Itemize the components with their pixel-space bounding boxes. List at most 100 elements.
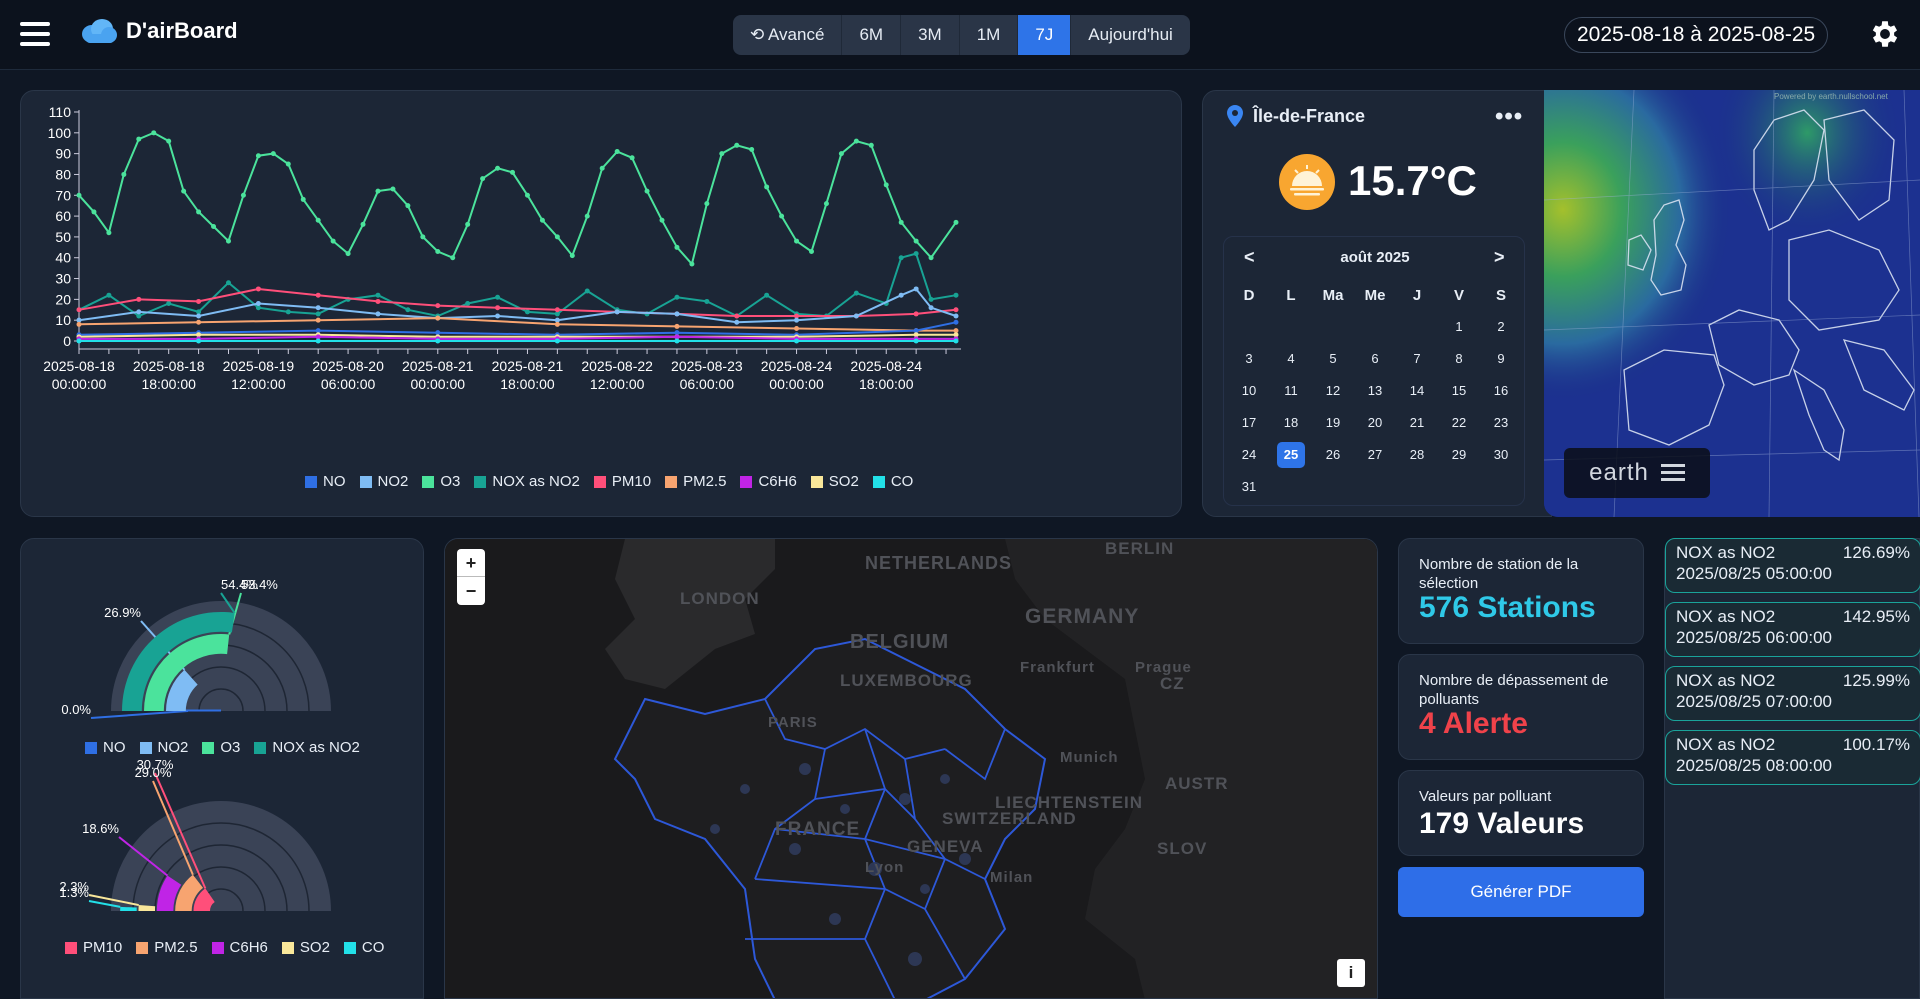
legend-swatch	[474, 475, 487, 488]
calendar-day[interactable]: 15	[1438, 375, 1480, 407]
data-point	[953, 292, 959, 298]
range-button-3[interactable]: 1M	[960, 15, 1019, 55]
calendar-day[interactable]: 16	[1480, 375, 1522, 407]
calendar-day[interactable]: 18	[1270, 407, 1312, 439]
calendar-day[interactable]: 19	[1312, 407, 1354, 439]
map-place-label: GERMANY	[1025, 605, 1140, 628]
calendar-day[interactable]: 31	[1228, 471, 1270, 503]
calendar-day[interactable]: 29	[1438, 439, 1480, 471]
gauge2-legend: PM10 PM2.5 C6H6 SO2 CO	[65, 939, 384, 956]
line-legend-item[interactable]: CO	[872, 473, 913, 490]
alert-item[interactable]: NOX as NO2 126.69% 2025/08/25 05:00:00	[1665, 538, 1920, 593]
calendar-day[interactable]: 27	[1354, 439, 1396, 471]
calendar-day[interactable]: 9	[1480, 343, 1522, 375]
series-line-noxasno2	[78, 252, 957, 318]
map-info-button[interactable]: i	[1337, 959, 1365, 987]
line-legend-item[interactable]: NO	[305, 473, 346, 490]
calendar-day[interactable]: 6	[1354, 343, 1396, 375]
calendar-day[interactable]: 3	[1228, 343, 1270, 375]
line-legend-item[interactable]: NO2	[359, 473, 408, 490]
sun-icon	[1278, 153, 1336, 216]
calendar-day[interactable]: 25	[1270, 439, 1312, 471]
calendar-day[interactable]: 23	[1480, 407, 1522, 439]
calendar-day[interactable]: 22	[1438, 407, 1480, 439]
map-place-label: PARIS	[768, 714, 818, 731]
alert-date: 2025/08/25 07:00:00	[1676, 692, 1832, 711]
range-button-4[interactable]: 7J	[1018, 15, 1072, 55]
range-button-5[interactable]: Aujourd'hui	[1071, 15, 1190, 55]
gauge2-legend-item[interactable]: C6H6	[211, 939, 268, 956]
zoom-out-button[interactable]: −	[457, 577, 485, 605]
stations-value: 576 Stations	[1419, 591, 1596, 624]
line-legend-item[interactable]: O3	[422, 473, 460, 490]
x-tick-time: 06:00:00	[321, 376, 376, 392]
gauge2-legend-item[interactable]: PM2.5	[136, 939, 198, 956]
line-chart-svg: 11010090807060504030201002025-08-1800:00…	[43, 104, 961, 392]
gauge2-legend-item[interactable]: SO2	[281, 939, 330, 956]
data-point	[315, 311, 321, 317]
wind-map[interactable]: Powered by earth.nullschool.net earth	[1544, 90, 1920, 517]
station-map[interactable]: NETHERLANDS BERLIN LONDON GERMANY BELGIUM Fra…	[444, 538, 1378, 999]
location-name: Île-de-France	[1253, 105, 1366, 126]
line-legend-item[interactable]: NOX as NO2	[474, 473, 580, 490]
gauge2-legend-item[interactable]: PM10	[65, 939, 122, 956]
line-legend-item[interactable]: PM2.5	[665, 473, 726, 490]
calendar-day[interactable]: 30	[1480, 439, 1522, 471]
data-point	[360, 221, 366, 227]
zoom-in-button[interactable]: +	[457, 549, 485, 577]
calendar-day[interactable]: 10	[1228, 375, 1270, 407]
line-legend-item[interactable]: PM10	[593, 473, 651, 490]
data-point	[913, 286, 919, 292]
line-legend-item[interactable]: C6H6	[740, 473, 797, 490]
legend-swatch	[281, 941, 294, 954]
data-point	[330, 238, 336, 244]
calendar-day[interactable]: 12	[1312, 375, 1354, 407]
calendar-empty	[1312, 311, 1354, 343]
data-point	[495, 165, 501, 171]
more-options-icon[interactable]: •••	[1495, 103, 1523, 131]
alert-item[interactable]: NOX as NO2 142.95% 2025/08/25 06:00:00	[1665, 602, 1920, 657]
calendar-day[interactable]: 11	[1270, 375, 1312, 407]
generate-pdf-button[interactable]: Générer PDF	[1398, 867, 1644, 917]
line-legend-item[interactable]: SO2	[810, 473, 859, 490]
calendar-day[interactable]: 20	[1354, 407, 1396, 439]
calendar-day-number: 1	[1455, 319, 1463, 334]
calendar-empty	[1228, 311, 1270, 343]
legend-swatch	[422, 475, 435, 488]
calendar-day[interactable]: 7	[1396, 343, 1438, 375]
calendar-day[interactable]: 17	[1228, 407, 1270, 439]
calendar-day[interactable]: 28	[1396, 439, 1438, 471]
data-point	[450, 255, 456, 261]
cloud-icon	[82, 19, 117, 43]
calendar-day[interactable]: 1	[1438, 311, 1480, 343]
alert-percent: 125.99%	[1842, 671, 1910, 690]
calendar-next-button[interactable]: >	[1494, 247, 1505, 268]
calendar-day[interactable]: 13	[1354, 375, 1396, 407]
alert-item[interactable]: NOX as NO2 125.99% 2025/08/25 07:00:00	[1665, 666, 1920, 721]
range-button-0[interactable]: ⟲ Avancé	[733, 15, 843, 55]
y-tick-label: 10	[55, 312, 71, 328]
menu-icon[interactable]	[20, 22, 50, 46]
calendar-dow: Ma	[1322, 287, 1344, 304]
gear-icon[interactable]	[1868, 17, 1902, 51]
data-point	[764, 292, 770, 298]
calendar-day[interactable]: 21	[1396, 407, 1438, 439]
range-button-2[interactable]: 3M	[901, 15, 960, 55]
calendar-day[interactable]: 14	[1396, 375, 1438, 407]
alert-item[interactable]: NOX as NO2 100.17% 2025/08/25 08:00:00	[1665, 730, 1920, 785]
calendar-day[interactable]: 24	[1228, 439, 1270, 471]
calendar-day[interactable]: 26	[1312, 439, 1354, 471]
gauge2-legend-item[interactable]: CO	[343, 939, 384, 956]
calendar-day[interactable]: 2	[1480, 311, 1522, 343]
earth-menu-button[interactable]: earth	[1564, 448, 1710, 498]
data-point	[953, 338, 959, 344]
calendar-day[interactable]: 8	[1438, 343, 1480, 375]
date-range-display[interactable]: 2025-08-18 à 2025-08-25	[1564, 17, 1829, 53]
alerts-count-card: Nombre de dépassement de polluants 4 Ale…	[1398, 654, 1644, 760]
map-place-label: CZ	[1160, 674, 1185, 693]
calendar-day[interactable]: 5	[1312, 343, 1354, 375]
menu-lines-icon	[1660, 464, 1685, 481]
range-button-1[interactable]: 6M	[842, 15, 902, 55]
calendar-day[interactable]: 4	[1270, 343, 1312, 375]
data-point	[285, 161, 291, 167]
